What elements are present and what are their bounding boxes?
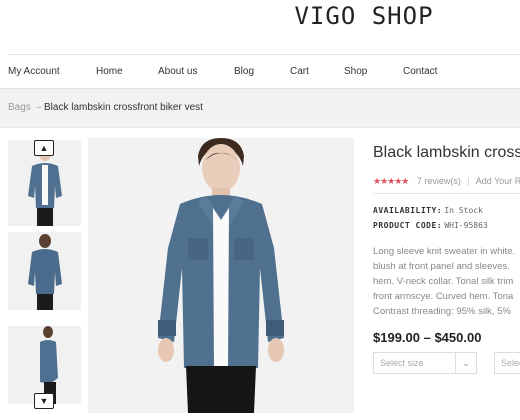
availability-value: In Stock	[444, 206, 483, 215]
nav-contact[interactable]: Contact	[403, 66, 437, 77]
product-price: $199.00 – $450.00	[373, 330, 482, 345]
product-thumbnail-2[interactable]	[8, 232, 81, 310]
thumbnail-up-arrow-icon[interactable]: ▲	[34, 140, 54, 156]
reviews-count-link[interactable]: 7 review(s)	[417, 176, 461, 186]
product-main-image[interactable]	[88, 138, 354, 413]
nav-about-us[interactable]: About us	[158, 66, 197, 77]
main-nav: My Account Home About us Blog Cart Shop …	[8, 54, 520, 89]
nav-blog[interactable]: Blog	[234, 66, 254, 77]
description-line: Long sleeve knit sweater in white.	[373, 246, 516, 257]
info-divider	[373, 193, 520, 194]
nav-cart[interactable]: Cart	[290, 66, 309, 77]
product-rating: ★★★★★ 7 review(s) | Add Your R	[373, 176, 520, 187]
nav-home[interactable]: Home	[96, 66, 123, 77]
chevron-down-icon: ⌄	[455, 353, 476, 373]
add-review-link[interactable]: Add Your R	[476, 176, 520, 186]
second-select[interactable]: Selec	[494, 352, 520, 374]
size-select[interactable]: Select size ⌄	[373, 352, 477, 374]
availability: AVAILABILITY: In Stock	[373, 206, 483, 215]
breadcrumb-parent-link[interactable]: Bags	[8, 102, 31, 113]
site-logo[interactable]: VIGO SHOP	[0, 2, 520, 30]
description-line: Contrast threading: 95% silk, 5%	[373, 306, 511, 317]
rating-stars-icon: ★★★★★	[373, 176, 409, 186]
product-code-value: WHI-95863	[444, 221, 488, 230]
description-line: blush at front panel and sleeves.	[373, 261, 510, 272]
product-thumbnail-image	[8, 232, 81, 310]
breadcrumb-current: Black lambskin crossfront biker vest	[44, 102, 203, 113]
nav-shop[interactable]: Shop	[344, 66, 367, 77]
product-description: Long sleeve knit sweater in white. blush…	[373, 244, 520, 319]
product-code: PRODUCT CODE: WHI-95863	[373, 221, 488, 230]
breadcrumb-separator: →	[33, 101, 43, 112]
size-select-placeholder: Select size	[380, 358, 424, 368]
nav-my-account[interactable]: My Account	[8, 66, 60, 77]
product-code-label: PRODUCT CODE:	[373, 221, 443, 230]
description-line: hem. V-neck collar. Tonal silk trim	[373, 276, 514, 287]
breadcrumb: Bags → Black lambskin crossfront biker v…	[0, 88, 520, 128]
product-title: Black lambskin crossfr	[373, 144, 520, 161]
product-photo	[88, 138, 354, 413]
second-select-placeholder: Selec	[501, 358, 520, 368]
description-line: front armscye. Curved hem. Tona	[373, 291, 514, 302]
rating-divider: |	[467, 176, 470, 186]
thumbnail-down-arrow-icon[interactable]: ▼	[34, 393, 54, 409]
availability-label: AVAILABILITY:	[373, 206, 443, 215]
